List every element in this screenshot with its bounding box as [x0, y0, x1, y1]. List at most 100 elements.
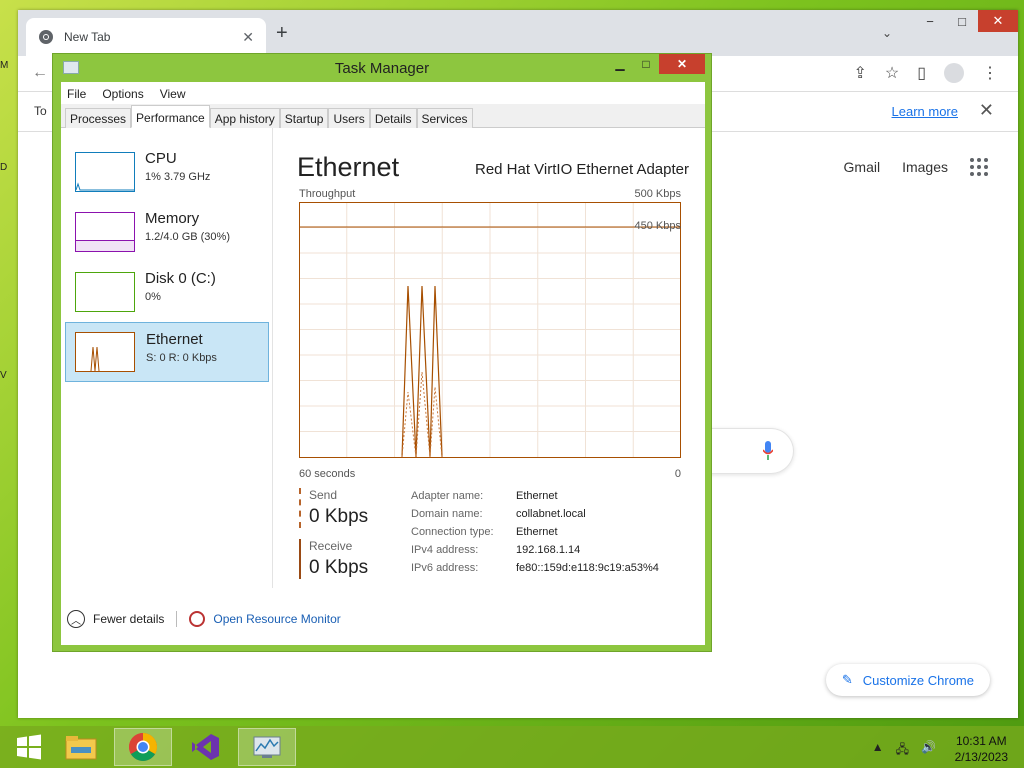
- desktop-icon-label-fragment: M: [0, 60, 9, 71]
- tab-processes[interactable]: Processes: [65, 108, 132, 128]
- close-icon[interactable]: ✕: [659, 54, 705, 74]
- new-tab-button[interactable]: +: [276, 22, 288, 45]
- taskbar-clock[interactable]: 10:31 AM 2/13/2023: [955, 733, 1008, 765]
- tab-bar: Processes Performance App history Startu…: [61, 104, 705, 128]
- resource-item-ethernet[interactable]: Ethernet S: 0 R: 0 Kbps: [65, 322, 269, 382]
- receive-metric: Receive 0 Kbps: [299, 539, 368, 579]
- start-button[interactable]: [0, 728, 58, 766]
- pencil-icon: ✎: [841, 672, 853, 687]
- toolbar-icons: ⇪ ☆ ▯ ⋮: [853, 63, 998, 83]
- resource-value: 0%: [145, 291, 161, 303]
- network-icon[interactable]: 🖧: [896, 740, 909, 761]
- taskbar-file-explorer[interactable]: [52, 728, 110, 766]
- resource-name: Disk 0 (C:): [145, 270, 216, 287]
- info-row: IPv6 address: fe80::159d:e118:9c19:a53%4: [411, 562, 659, 580]
- info-value: fe80::159d:e118:9c19:a53%4: [516, 562, 659, 574]
- chrome-tabstrip: New Tab ✕ + ⌄ − □ ✕: [18, 10, 1018, 56]
- task-manager-window-controls: ▁ □ ✕: [607, 54, 705, 74]
- show-hidden-icons-icon[interactable]: ▲: [872, 740, 884, 761]
- menu-view[interactable]: View: [160, 87, 186, 104]
- taskbar-visual-studio[interactable]: [176, 728, 234, 766]
- infobar-close-icon[interactable]: ✕: [979, 100, 994, 121]
- back-arrow-icon[interactable]: ←: [32, 64, 48, 82]
- info-key: Adapter name:: [411, 490, 484, 502]
- close-icon[interactable]: ✕: [978, 10, 1018, 32]
- task-manager-titlebar[interactable]: Task Manager ▁ □ ✕: [53, 54, 711, 82]
- taskbar-chrome[interactable]: [114, 728, 172, 766]
- google-search-box[interactable]: [698, 428, 794, 474]
- tab-performance[interactable]: Performance: [131, 105, 210, 128]
- bookmark-star-icon[interactable]: ☆: [885, 63, 899, 83]
- learn-more-link[interactable]: Learn more: [892, 104, 958, 119]
- chevron-up-icon[interactable]: ︿: [67, 610, 85, 628]
- info-value: 192.168.1.14: [516, 544, 581, 556]
- tab-app-history[interactable]: App history: [209, 108, 280, 128]
- tab-users[interactable]: Users: [328, 108, 370, 128]
- resource-name: Ethernet: [146, 331, 203, 348]
- footer-divider: [176, 611, 178, 627]
- tab-startup[interactable]: Startup: [279, 108, 329, 128]
- customize-chrome-button[interactable]: ✎ Customize Chrome: [825, 664, 990, 696]
- fewer-details-button[interactable]: Fewer details: [93, 612, 164, 626]
- resource-list: CPU 1% 3.79 GHz Memory 1.2/4.0 GB (30%) …: [61, 128, 273, 588]
- tab-services[interactable]: Services: [416, 108, 473, 128]
- maximize-icon[interactable]: □: [633, 54, 659, 74]
- windows-logo-icon: [17, 734, 41, 760]
- resource-value: 1% 3.79 GHz: [145, 171, 211, 183]
- info-key: Domain name:: [411, 508, 483, 520]
- gmail-link[interactable]: Gmail: [844, 159, 881, 175]
- info-row: Adapter name: Ethernet: [411, 490, 659, 508]
- resource-monitor-icon: [189, 611, 206, 627]
- time-span-label: 60 seconds: [299, 468, 356, 480]
- images-link[interactable]: Images: [902, 159, 948, 175]
- info-key: IPv4 address:: [411, 544, 479, 556]
- info-value: Ethernet: [516, 526, 558, 538]
- graph-zero-label: 0: [674, 468, 681, 480]
- info-key: Connection type:: [411, 526, 494, 538]
- ethernet-mini-graph: [75, 332, 135, 372]
- resource-item-cpu[interactable]: CPU 1% 3.79 GHz: [65, 142, 269, 202]
- detail-title: Ethernet: [297, 152, 400, 182]
- maximize-icon[interactable]: □: [946, 10, 978, 32]
- minimize-icon[interactable]: ▁: [607, 54, 633, 74]
- menu-bar: File Options View: [61, 82, 705, 104]
- send-metric: Send 0 Kbps: [299, 488, 368, 528]
- google-apps-icon[interactable]: [970, 158, 988, 176]
- side-panel-icon[interactable]: ▯: [917, 63, 926, 83]
- taskbar: ▲ 🖧 🔊 10:31 AM 2/13/2023: [0, 726, 1024, 768]
- info-value: collabnet.local: [516, 508, 586, 520]
- send-value: 0 Kbps: [309, 506, 369, 527]
- task-manager-window: Task Manager ▁ □ ✕ File Options View Pro…: [52, 53, 712, 652]
- clock-date: 2/13/2023: [954, 750, 1008, 764]
- minimize-icon[interactable]: −: [914, 10, 946, 32]
- taskbar-task-manager[interactable]: [238, 728, 296, 766]
- info-key: IPv6 address:: [411, 562, 479, 574]
- chrome-icon: [129, 733, 157, 761]
- resource-value: S: 0 R: 0 Kbps: [146, 352, 217, 364]
- tab-details[interactable]: Details: [369, 108, 417, 128]
- kebab-menu-icon[interactable]: ⋮: [982, 63, 998, 83]
- resource-item-disk[interactable]: Disk 0 (C:) 0%: [65, 262, 269, 322]
- open-resource-monitor-link[interactable]: Open Resource Monitor: [213, 612, 340, 626]
- send-label: Send: [309, 488, 338, 502]
- tab-close-icon[interactable]: ✕: [242, 29, 254, 46]
- voice-search-mic-icon[interactable]: [763, 441, 773, 461]
- profile-avatar-icon[interactable]: [944, 63, 964, 83]
- adapter-info-table: Adapter name: Ethernet Domain name: coll…: [411, 490, 659, 580]
- menu-options[interactable]: Options: [102, 87, 143, 104]
- desktop-icon-label-fragment: V: [0, 370, 7, 381]
- tab-search-chevron-icon[interactable]: ⌄: [882, 26, 892, 40]
- resource-item-memory[interactable]: Memory 1.2/4.0 GB (30%): [65, 202, 269, 262]
- ethernet-detail-pane: Ethernet Red Hat VirtIO Ethernet Adapter…: [297, 128, 689, 588]
- graph-scale-label: 450 Kbps: [634, 220, 681, 232]
- chrome-favicon-icon: [39, 30, 53, 44]
- customize-chrome-label: Customize Chrome: [862, 672, 974, 688]
- menu-file[interactable]: File: [67, 87, 86, 104]
- memory-mini-graph: [75, 212, 135, 252]
- graph-max-label: 500 Kbps: [634, 188, 681, 200]
- share-icon[interactable]: ⇪: [853, 63, 866, 83]
- desktop-icon-label-fragment: D: [0, 162, 8, 173]
- chrome-tab-new-tab[interactable]: New Tab ✕: [26, 18, 266, 56]
- disk-mini-graph: [75, 272, 135, 312]
- volume-icon[interactable]: 🔊: [921, 740, 936, 761]
